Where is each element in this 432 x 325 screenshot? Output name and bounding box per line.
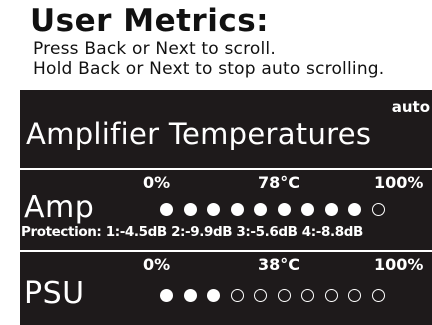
scroll-instruction: Press Back or Next to scroll. <box>33 39 276 59</box>
level-dot-filled <box>207 289 220 302</box>
level-dot-filled <box>230 203 244 216</box>
amp-protection-text: Protection: 1:-4.5dB 2:-9.9dB 3:-5.6dB 4… <box>21 224 363 240</box>
auto-scroll-instruction: Hold Back or Next to stop auto scrolling… <box>33 59 385 79</box>
level-dot-empty <box>371 289 385 302</box>
amp-temperature-value: 78°C <box>258 173 301 192</box>
level-dot-filled <box>183 289 197 302</box>
psu-label: PSU <box>24 276 85 311</box>
level-dot-filled <box>160 289 173 302</box>
amp-label: Amp <box>24 190 95 225</box>
level-dot-empty <box>254 289 267 302</box>
psu-temperature-row: 0% 38°C 100% PSU <box>20 252 432 325</box>
level-dot-filled <box>277 203 291 216</box>
display-screen: User Metrics: Press Back or Next to scro… <box>0 0 432 325</box>
amp-scale-max: 100% <box>374 173 424 192</box>
psu-temperature-value: 38°C <box>258 255 301 274</box>
level-dot-filled <box>183 203 197 216</box>
level-dot-filled <box>324 203 338 216</box>
page-title: User Metrics: <box>30 3 270 39</box>
level-dot-filled <box>160 203 173 216</box>
auto-scroll-indicator: auto <box>391 98 430 116</box>
level-dot-empty <box>277 289 291 302</box>
amp-scale-min: 0% <box>143 173 171 192</box>
level-dot-empty <box>301 289 314 302</box>
psu-scale-max: 100% <box>374 255 424 274</box>
psu-scale-min: 0% <box>143 255 171 274</box>
level-dot-empty <box>324 289 338 302</box>
metrics-panel: auto Amplifier Temperatures 0% 78°C 100%… <box>20 90 432 325</box>
section-title: Amplifier Temperatures <box>26 117 372 151</box>
level-dot-empty <box>230 289 244 302</box>
level-dot-empty <box>371 203 385 216</box>
level-dot-empty <box>348 289 361 302</box>
level-dot-filled <box>207 203 220 216</box>
instructions-header: User Metrics: Press Back or Next to scro… <box>0 0 432 90</box>
amp-temperature-row: 0% 78°C 100% Amp Protection: 1:-4.5dB 2:… <box>20 170 432 250</box>
level-dot-filled <box>348 203 361 216</box>
level-dot-filled <box>301 203 314 216</box>
level-dot-filled <box>254 203 267 216</box>
